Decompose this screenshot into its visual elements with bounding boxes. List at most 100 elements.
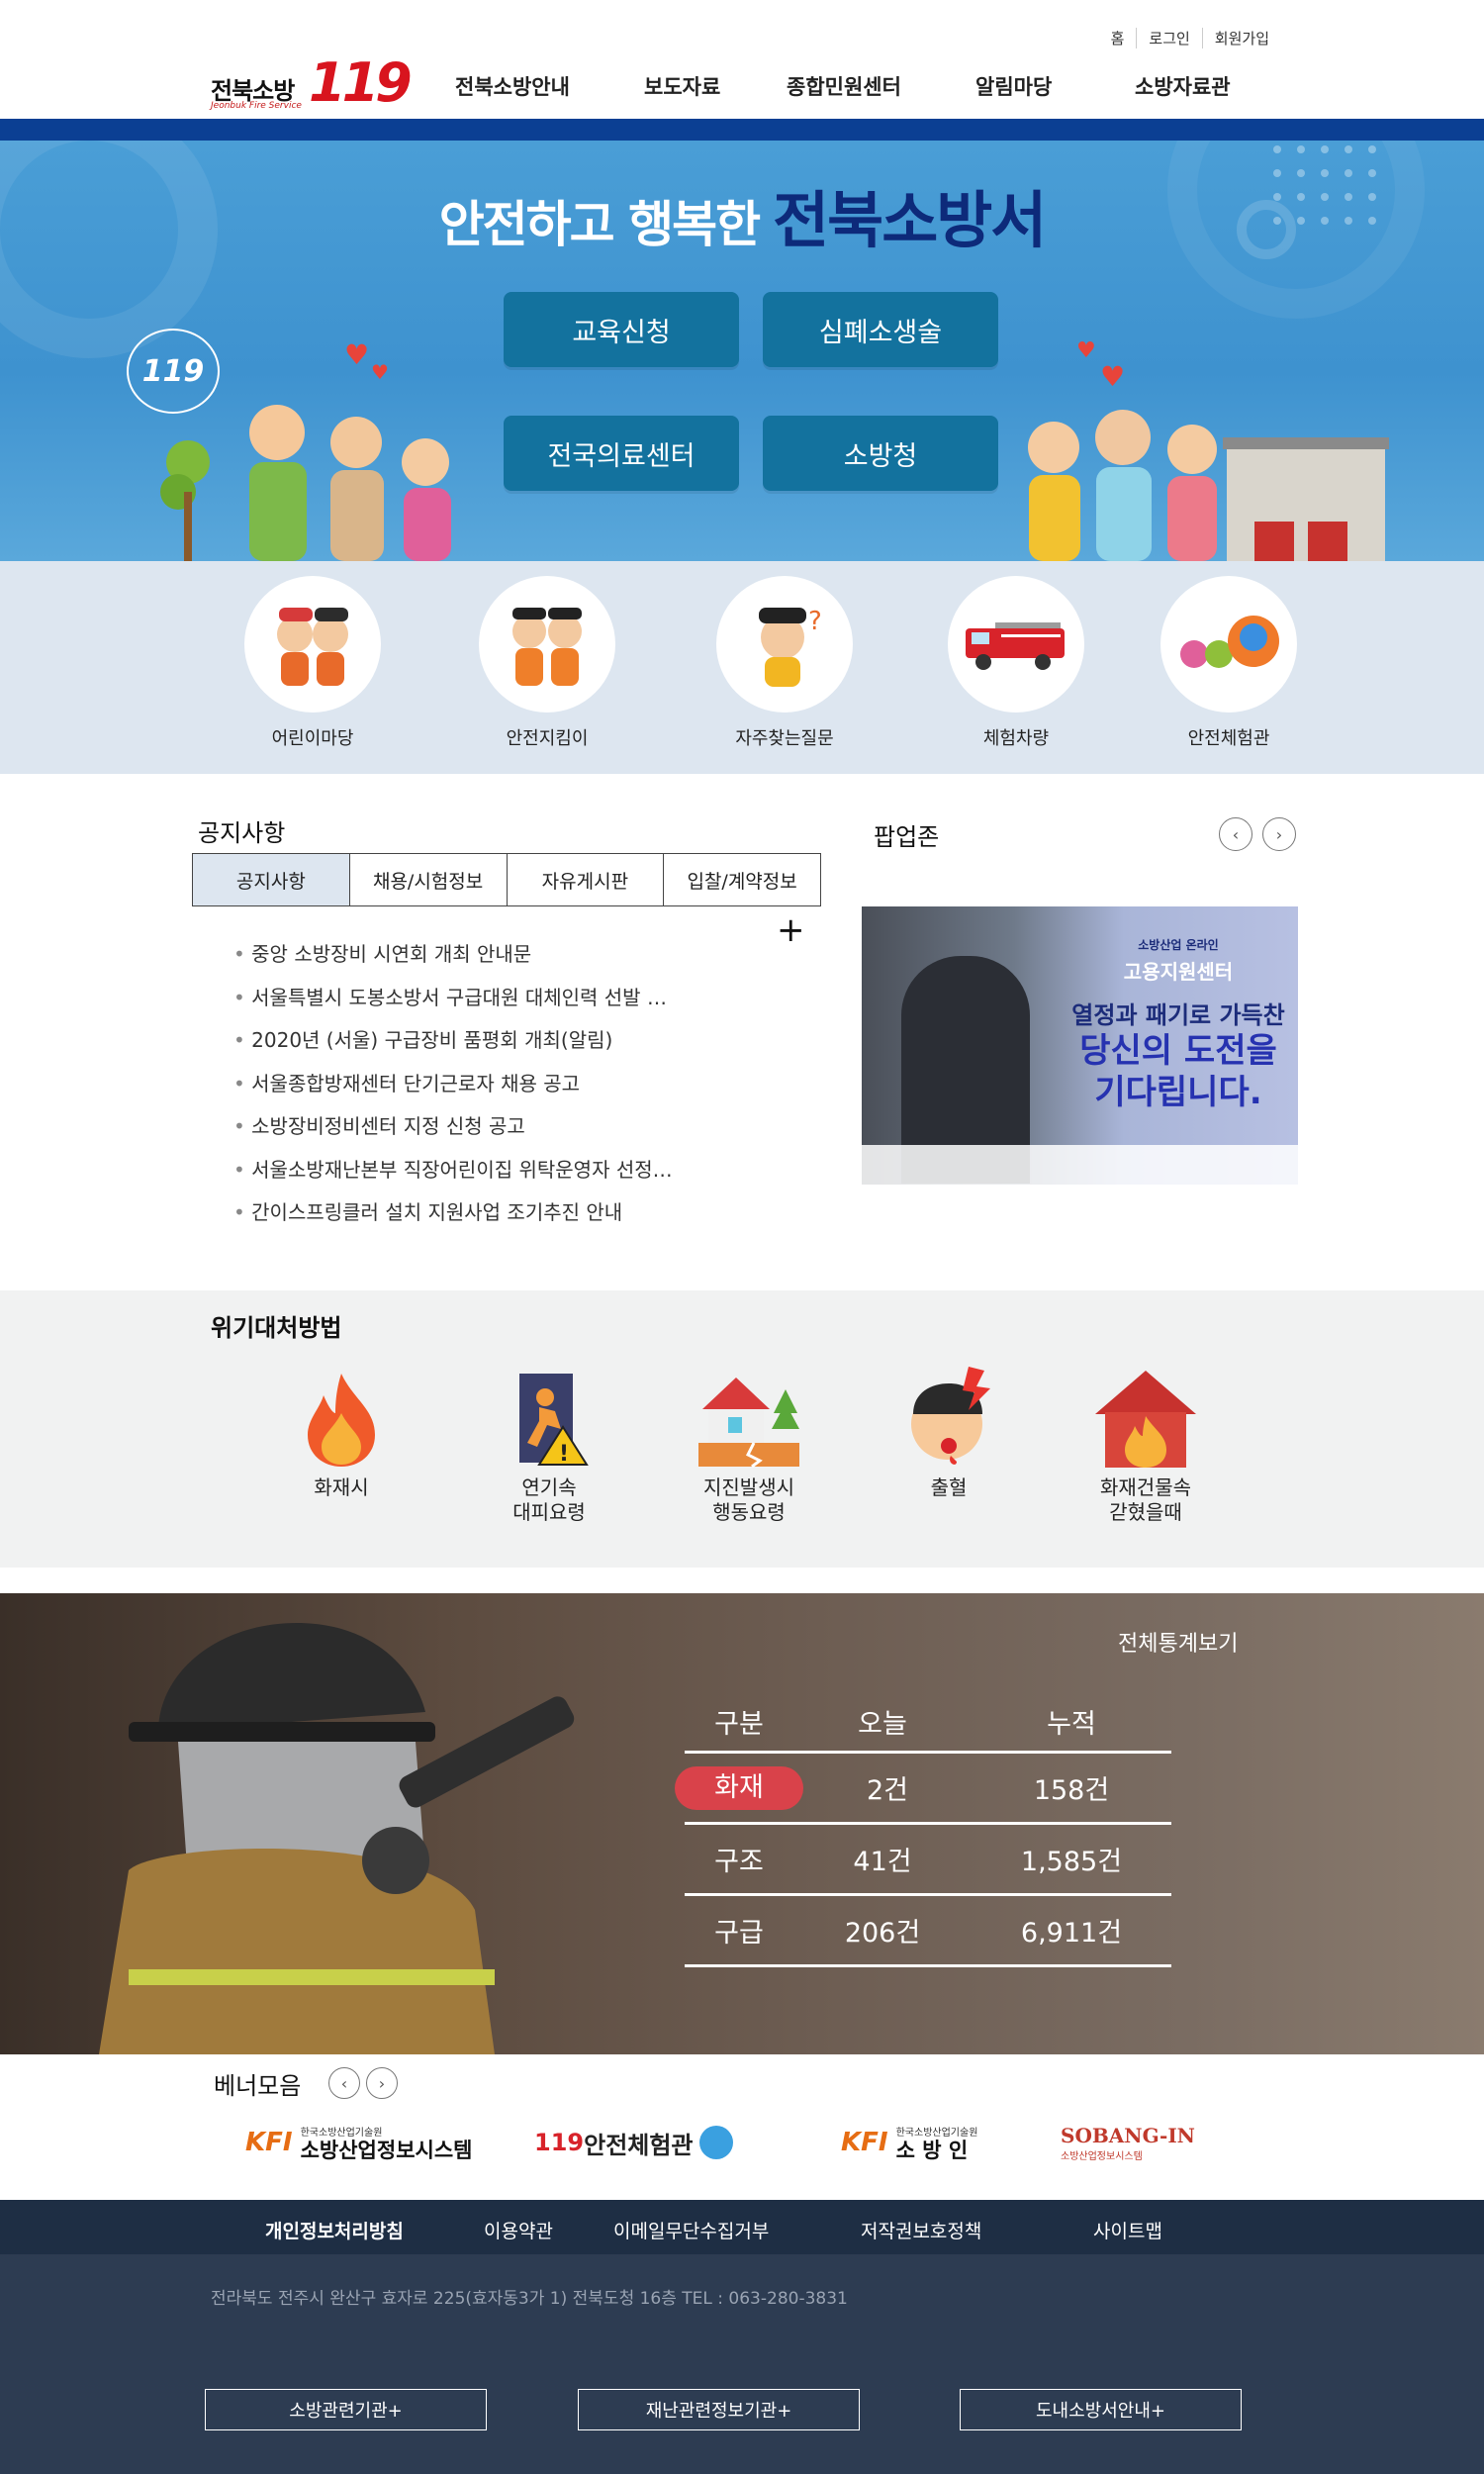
nav-item-about[interactable]: 전북소방안내 <box>455 71 603 101</box>
popup-banner-line1: 고용지원센터 <box>1123 960 1234 984</box>
flame-icon <box>257 1365 425 1474</box>
fire-station-illustration <box>1223 437 1389 561</box>
quick-item-guard[interactable]: 안전지킴이 <box>478 576 616 750</box>
site-logo[interactable]: 전북소방 Jeonbuk Fire Service 119 <box>208 49 413 119</box>
nav-item-press[interactable]: 보도자료 <box>644 71 763 101</box>
popup-banner-line3: 당신의 도전을 기다립니다. <box>1079 1031 1277 1112</box>
quick-item-label: 어린이마당 <box>271 728 354 749</box>
svg-text:!: ! <box>559 1442 569 1467</box>
header-bar <box>0 119 1484 141</box>
header-type: 구분 <box>714 1709 764 1740</box>
footer-address: 전라북도 전주시 완산구 효자로 225(효자동3가 1) 전북도청 16층 T… <box>211 2289 848 2309</box>
crisis-item-label: 연기속 대피요령 <box>512 1475 586 1524</box>
prev-arrow-icon[interactable]: ‹ <box>1219 817 1252 851</box>
family-illustration-left <box>160 405 451 561</box>
site-header: 홈 로그인 회원가입 전북소방 Jeonbuk Fire Service 119… <box>0 0 1484 119</box>
quick-item-label: 체험차량 <box>982 728 1050 749</box>
list-item[interactable]: 서울종합방재센터 단기근로자 채용 공고 <box>233 1068 673 1111</box>
education-request-button[interactable]: 교육신청 <box>504 292 739 367</box>
next-arrow-icon[interactable]: › <box>1262 817 1296 851</box>
quick-item-label: 안전지킴이 <box>506 728 589 749</box>
banner-subtitle: 한국소방산업기술원 <box>300 2127 383 2139</box>
table-row: 구조 41건 1,585건 <box>685 1825 1171 1896</box>
list-item[interactable]: 2020년 (서울) 구급장비 품평회 개최(알림) <box>233 1024 673 1068</box>
nav-item-civil-center[interactable]: 종합민원센터 <box>787 71 935 101</box>
header-today: 오늘 <box>858 1709 907 1740</box>
related-agencies-button[interactable]: 소방관련기관+ <box>205 2389 487 2430</box>
list-item[interactable]: 서울특별시 도봉소방서 구급대원 대체인력 선발 … <box>233 982 673 1025</box>
fire-agency-button[interactable]: 소방청 <box>763 416 998 491</box>
quick-item-truck[interactable]: 체험차량 <box>947 576 1085 750</box>
banner-name: 소방산업정보시스템 <box>300 2138 473 2162</box>
cpr-button[interactable]: 심폐소생술 <box>763 292 998 367</box>
row-today: 206건 <box>844 1918 921 1949</box>
popup-banner-line2: 열정과 패기로 가득찬 <box>1071 1001 1285 1029</box>
row-type: 구급 <box>714 1918 764 1949</box>
list-item[interactable]: 간이스프링클러 설치 지원사업 조기추진 안내 <box>233 1196 673 1240</box>
notice-list: 중앙 소방장비 시연회 개최 안내문 서울특별시 도봉소방서 구급대원 대체인력… <box>233 938 673 1240</box>
banner-119-experience[interactable]: 119 안전체험관 <box>534 2113 733 2172</box>
banner-arrows: ‹ › <box>328 2067 398 2099</box>
prev-arrow-icon[interactable]: ‹ <box>328 2067 360 2099</box>
footer-navigation: 개인정보처리방침 이용약관 이메일무단수집거부 저작권보호정책 사이트맵 <box>0 2200 1484 2254</box>
banner-kfi-sobangin[interactable]: KFI 한국소방산업기술원 소 방 인 <box>841 2113 977 2172</box>
hero-banner: 안전하고 행복한 전북소방서 교육신청 심폐소생술 전국의료센터 소방청 119 … <box>0 141 1484 561</box>
disaster-info-button[interactable]: 재난관련정보기관+ <box>578 2389 860 2430</box>
crisis-item-bleeding[interactable]: 출혈 <box>865 1365 1033 1500</box>
experience-hall-icon <box>1160 576 1297 713</box>
more-button[interactable]: + <box>777 910 805 950</box>
signup-link[interactable]: 회원가입 <box>1201 28 1281 48</box>
popup-banner-footer <box>862 1145 1298 1185</box>
banner-119-text: 119 <box>534 2129 585 2156</box>
banner-subtitle: 소방산업정보시스템 <box>1061 2150 1143 2162</box>
nav-item-notice-board[interactable]: 알림마당 <box>975 71 1094 101</box>
medical-center-button[interactable]: 전국의료센터 <box>504 416 739 491</box>
kfi-logo-icon: KFI <box>245 2128 293 2157</box>
popup-zone-title: 팝업존 <box>874 823 940 851</box>
safety-guard-icon <box>479 576 615 713</box>
footer-link-privacy[interactable]: 개인정보처리방침 <box>265 2217 404 2243</box>
crisis-item-smoke[interactable]: ! 연기속 대피요령 <box>465 1365 633 1525</box>
heart-icon: ♥ <box>371 360 389 384</box>
kfi-logo-icon: KFI <box>841 2128 888 2157</box>
home-link[interactable]: 홈 <box>1099 28 1137 48</box>
quick-item-faq[interactable]: ? 자주찾는질문 <box>715 576 854 750</box>
nav-item-archive[interactable]: 소방자료관 <box>1135 71 1283 101</box>
list-item[interactable]: 서울소방재난본부 직장어린이집 위탁운영자 선정… <box>233 1154 672 1197</box>
crisis-item-trapped[interactable]: 화재건물속 갇혔을때 <box>1062 1365 1230 1525</box>
crisis-item-fire[interactable]: 화재시 <box>257 1365 425 1500</box>
quick-menu: 어린이마당 안전지킴이 ? 자주찾는질문 체험차량 안전체험관 <box>0 561 1484 774</box>
row-type: 구조 <box>714 1847 764 1877</box>
next-arrow-icon[interactable]: › <box>366 2067 398 2099</box>
footer-link-terms[interactable]: 이용약관 <box>484 2217 553 2243</box>
crisis-item-label: 화재시 <box>314 1475 369 1499</box>
heart-icon: ♥ <box>344 338 370 371</box>
quick-item-kids[interactable]: 어린이마당 <box>243 576 382 750</box>
footer-link-copyright[interactable]: 저작권보호정책 <box>861 2217 981 2243</box>
popup-banner[interactable]: 소방산업 온라인 고용지원센터 열정과 패기로 가득찬 당신의 도전을 기다립니… <box>862 906 1298 1185</box>
banner-kfi-info-system[interactable]: KFI 한국소방산업기술원 소방산업정보시스템 <box>245 2113 472 2172</box>
banner-sobang-in[interactable]: SOBANG-IN 소방산업정보시스템 <box>1061 2113 1195 2172</box>
tab-free-board[interactable]: 자유게시판 <box>506 854 664 905</box>
list-item[interactable]: 중앙 소방장비 시연회 개최 안내문 <box>233 938 673 982</box>
crisis-section: 위기대처방법 화재시 ! 연기속 대피요령 지진발생시 행동요령 출혈 화재건물… <box>0 1290 1484 1568</box>
tab-notice[interactable]: 공지사항 <box>193 854 349 905</box>
footer-link-sitemap[interactable]: 사이트맵 <box>1093 2217 1162 2243</box>
banner-name: 소 방 인 <box>895 2138 969 2162</box>
crisis-item-earthquake[interactable]: 지진발생시 행동요령 <box>665 1365 833 1525</box>
login-link[interactable]: 로그인 <box>1136 28 1201 48</box>
footer-link-email-refusal[interactable]: 이메일무단수집거부 <box>613 2217 769 2243</box>
banner-section-title: 베너모음 <box>214 2072 302 2100</box>
statistics-table: 구분 오늘 누적 화재 2건 158건 구조 41건 1,585건 구급 206… <box>675 1692 1171 1967</box>
banner-experience-text: 안전체험관 <box>584 2131 694 2159</box>
bleeding-face-icon <box>865 1365 1033 1474</box>
quick-item-experience[interactable]: 안전체험관 <box>1159 576 1298 750</box>
hero-title: 안전하고 행복한 전북소방서 <box>0 170 1484 259</box>
site-footer: 전라북도 전주시 완산구 효자로 225(효자동3가 1) 전북도청 16층 T… <box>0 2254 1484 2474</box>
local-fire-stations-button[interactable]: 도내소방서안내+ <box>960 2389 1242 2430</box>
view-all-stats-link[interactable]: 전체통계보기 <box>1118 1626 1238 1658</box>
tab-recruitment[interactable]: 채용/시험정보 <box>348 854 507 905</box>
tab-bidding[interactable]: 입찰/계약정보 <box>663 854 820 905</box>
list-item[interactable]: 소방장비정비센터 지정 신청 공고 <box>233 1110 673 1154</box>
row-today: 41건 <box>853 1847 912 1877</box>
